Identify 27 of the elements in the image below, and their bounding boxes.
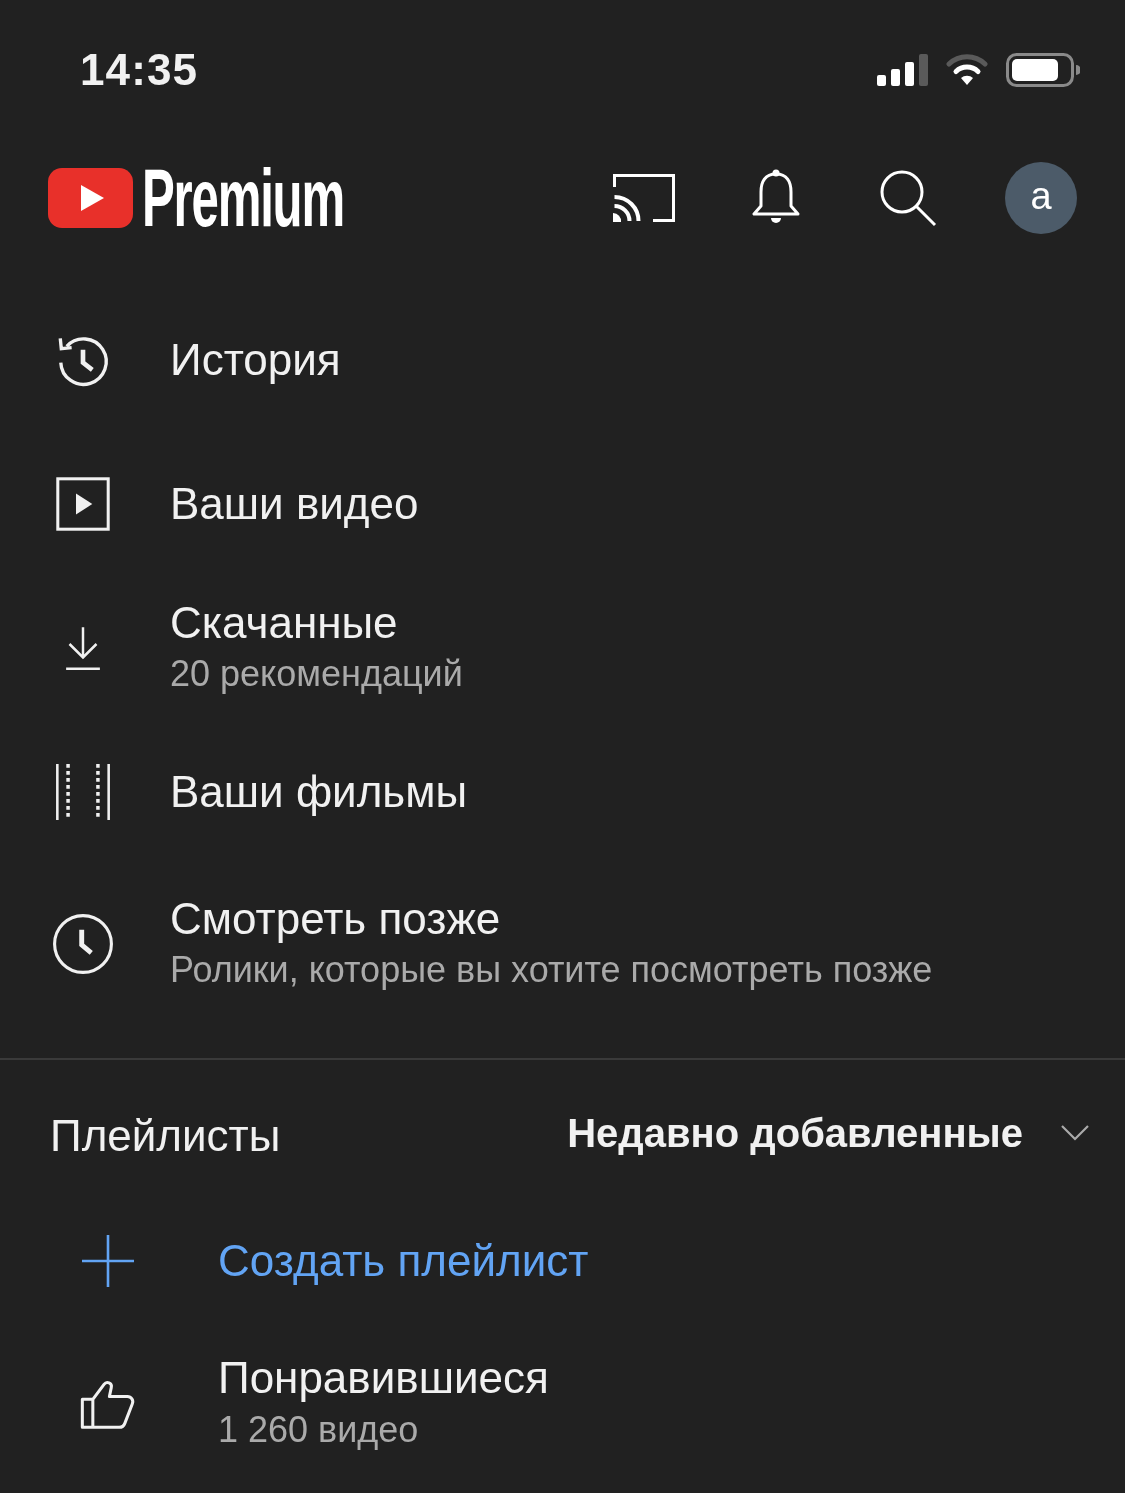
plus-icon [82, 1235, 134, 1287]
playlist-title[interactable]: Понравившиеся [218, 1352, 549, 1404]
signal-icon [877, 54, 928, 86]
cast-icon[interactable] [613, 174, 675, 222]
section-title: Плейлисты [50, 1114, 281, 1158]
play-square-icon [55, 476, 111, 532]
film-strip-icon [55, 764, 111, 820]
menu-item-title[interactable]: Скачанные [170, 597, 463, 649]
menu-item-title[interactable]: Ваши видео [170, 478, 419, 530]
sort-dropdown[interactable]: Недавно добавленные [567, 1113, 1089, 1153]
create-playlist-link[interactable]: Создать плейлист [218, 1235, 589, 1287]
search-icon[interactable] [879, 169, 937, 227]
battery-icon [1006, 53, 1080, 87]
menu-item-subtitle: Ролики, которые вы хотите посмотреть позже [170, 948, 933, 992]
clock-icon [52, 913, 114, 975]
status-time: 14:35 [80, 48, 199, 92]
logo-text: Premium [142, 157, 344, 239]
menu-item-title[interactable]: История [170, 334, 341, 386]
chevron-down-icon [1061, 1125, 1089, 1141]
wifi-icon [946, 54, 988, 86]
playlist-count: 1 260 видео [218, 1408, 420, 1452]
menu-item-title[interactable]: Ваши фильмы [170, 766, 468, 818]
menu-item-title[interactable]: Смотреть позже [170, 893, 933, 945]
play-logo-icon[interactable] [48, 168, 133, 228]
download-icon [65, 625, 101, 671]
avatar-button[interactable]: a [1005, 162, 1077, 234]
menu-item-subtitle: 20 рекомендаций [170, 652, 463, 696]
